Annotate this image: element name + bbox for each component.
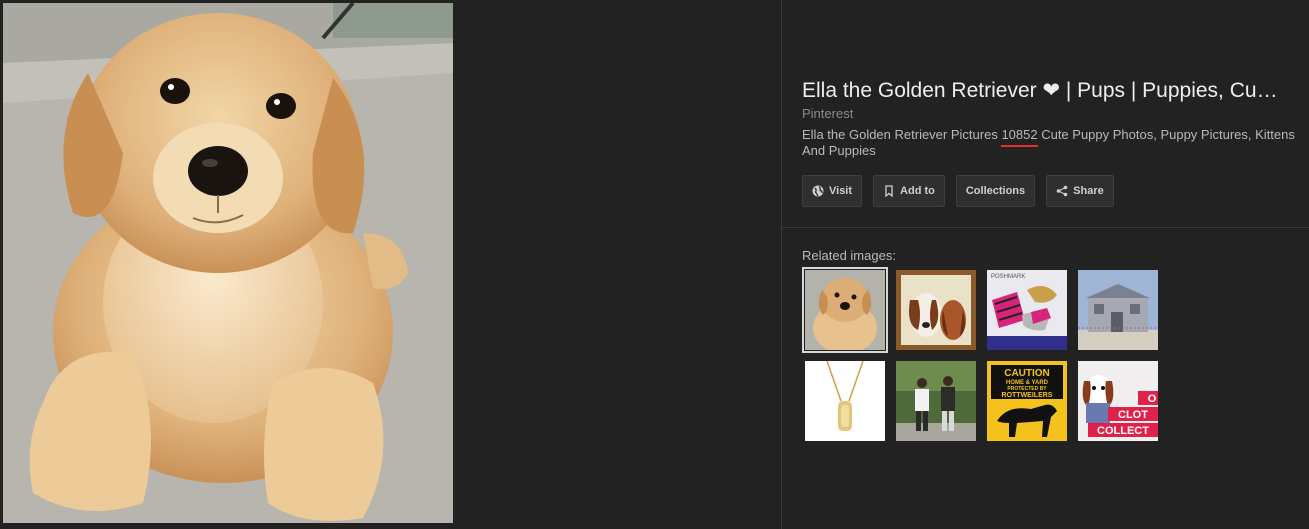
visit-button[interactable]: Visit [802,175,863,207]
related-images-label: Related images: [802,248,896,263]
related-thumb-puppy[interactable] [802,267,888,353]
panel-divider [781,0,782,529]
related-thumb-necklace[interactable] [805,361,885,441]
clothes-text-o: O [1148,393,1157,405]
bookmark-icon [883,185,895,198]
collections-label: Collections [965,185,1026,197]
related-thumb-basset-painting[interactable] [896,270,976,350]
main-image[interactable] [3,3,453,523]
visit-label: Visit [829,185,853,197]
related-thumb-dog-clothes[interactable]: O CLOT COLLECT [1078,361,1158,441]
related-images: Related images: POSHMARK CAUTION HOME & Y… [802,248,1158,441]
section-divider [782,227,1309,228]
share-button[interactable]: Share [1046,175,1114,207]
share-label: Share [1073,185,1104,197]
add-to-button[interactable]: Add to [873,175,945,207]
result-title[interactable]: Ella the Golden Retriever ❤ | Pups | Pup… [802,78,1302,104]
result-source[interactable]: Pinterest [802,106,1302,122]
related-thumb-people-walking[interactable] [896,361,976,441]
related-thumb-house[interactable] [1078,270,1158,350]
add-to-label: Add to [900,185,935,197]
description-text-before: Ella the Golden Retriever Pictures [802,127,1002,142]
rottweilers-text: ROTTWEILERS [1002,392,1053,399]
poshmark-text: POSHMARK [991,274,1025,280]
clothes-text-collect: COLLECT [1097,425,1149,437]
collections-button[interactable]: Collections [955,175,1036,207]
result-info: Ella the Golden Retriever ❤ | Pups | Pup… [802,78,1302,159]
share-icon [1056,185,1068,197]
caution-text: CAUTION [1004,368,1050,379]
result-description: Ella the Golden Retriever Pictures 10852… [802,127,1300,159]
related-thumb-dog-toys[interactable]: POSHMARK [987,270,1067,350]
puppy-photo [3,3,453,523]
related-thumb-caution-sign[interactable]: CAUTION HOME & YARD PROTECTED BY ROTTWEILER… [987,361,1067,441]
clothes-text-clot: CLOT [1118,409,1148,421]
description-highlight: 10852 [1001,127,1038,142]
globe-icon [812,185,824,197]
action-bar: Visit Add to Collections Share [802,175,1114,207]
